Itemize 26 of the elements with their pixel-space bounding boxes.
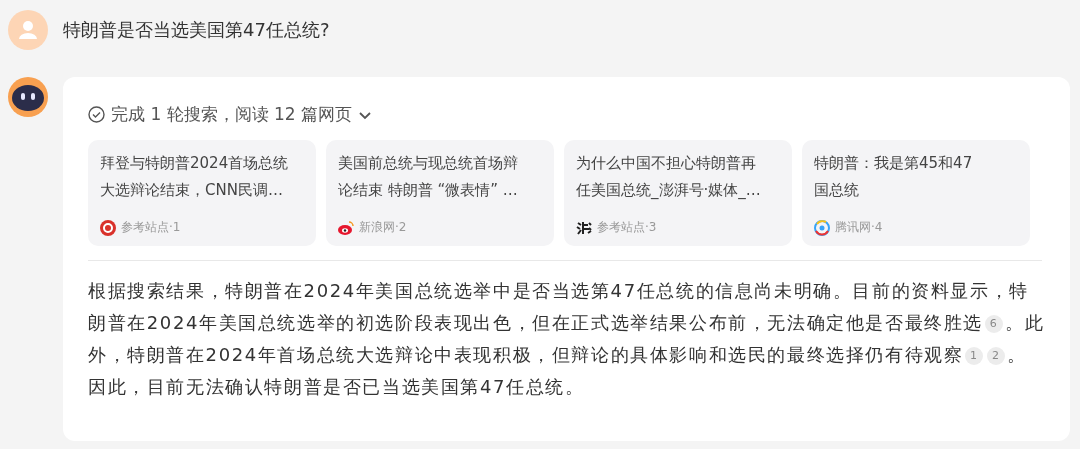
user-avatar <box>8 10 48 50</box>
source-card[interactable]: 美国前总统与现总统首场辩 论结束 特朗普 “微表情” … 新浪网·2 <box>326 140 554 246</box>
source-site: 参考站点·1 <box>121 219 181 236</box>
source-title: 为什么中国不担心特朗普再 <box>576 153 757 174</box>
site-logo-icon <box>100 219 116 236</box>
source-title: 论结束 特朗普 “微表情” … <box>338 180 519 201</box>
check-circle-icon <box>88 106 105 123</box>
search-summary-toggle[interactable]: 完成 1 轮搜索，阅读 12 篇网页 <box>88 103 373 126</box>
weibo-logo-icon <box>338 220 354 235</box>
source-title: 国总统 <box>814 180 860 201</box>
source-title: 任美国总统_澎湃号·媒体_… <box>576 180 762 201</box>
question-text: 特朗普是否当选美国第47任总统? <box>63 18 330 42</box>
source-site: 新浪网·2 <box>359 219 407 236</box>
source-site: 参考站点·3 <box>597 219 657 236</box>
source-card[interactable]: 为什么中国不担心特朗普再 任美国总统_澎湃号·媒体_… 参考站点·3 <box>564 140 792 246</box>
tencent-logo-icon <box>814 219 830 236</box>
source-title: 拜登与特朗普2024首场总统 <box>100 153 290 174</box>
source-site: 腾讯网·4 <box>835 219 883 236</box>
source-title: 特朗普：我是第45和47 <box>814 153 974 174</box>
site-logo-icon <box>576 219 592 236</box>
source-card[interactable]: 特朗普：我是第45和47 国总统 腾讯网·4 <box>802 140 1030 246</box>
source-card[interactable]: 拜登与特朗普2024首场总统 大选辩论结束，CNN民调… 参考站点·1 <box>88 140 316 246</box>
source-title: 大选辩论结束，CNN民调… <box>100 180 284 201</box>
source-title: 美国前总统与现总统首场辩 <box>338 153 519 174</box>
answer-paragraph: 根据搜索结果，特朗普在2024年美国总统选举中是否当选第47任总统的信息尚未明确。目前的资料显示，特朗普在2024年美国总统选举的初选阶段表现出色，但在正式选举结果公布前，无法确定他是否最终胜选 6 。此外，特朗普在2024年首场总统大选辩论中表现积极，但辩论的具体影响和选民的最终选择仍有待观察 1 2 。因此，目前无法确认特朗普是否已当选美国第47任总统。 <box>88 279 1046 399</box>
bot-avatar <box>8 77 48 117</box>
